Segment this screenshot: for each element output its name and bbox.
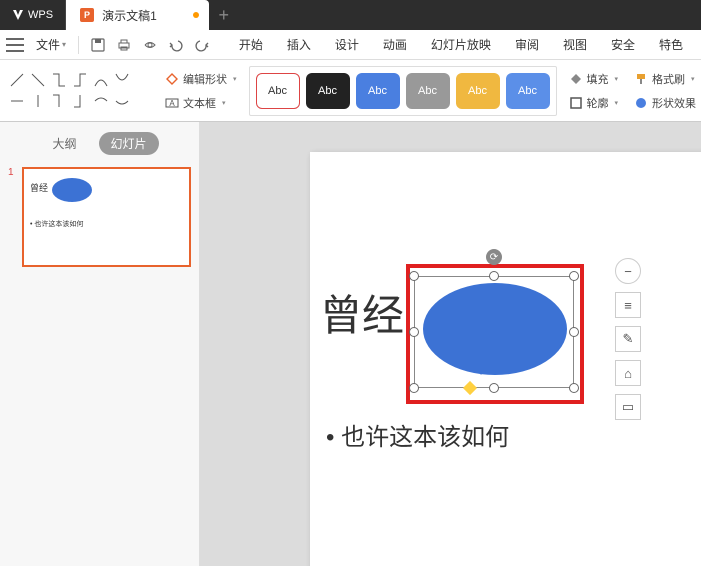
resize-handle[interactable] [409,271,419,281]
document-tab[interactable]: 演示文稿1 [66,0,209,30]
print-icon[interactable] [115,36,133,54]
s-curve2-icon[interactable] [71,92,89,110]
resize-handle[interactable] [569,327,579,337]
shape-style-gallery: Abc Abc Abc Abc Abc Abc [249,66,557,116]
elbow2-icon[interactable] [71,71,89,89]
preview-icon[interactable] [141,36,159,54]
arc-icon[interactable] [92,92,110,110]
presentation-icon [80,8,94,22]
speech-bubble-shape[interactable] [423,283,567,375]
resize-handle[interactable] [489,271,499,281]
wps-home-tab[interactable]: WPS [0,0,66,30]
tab-insert[interactable]: 插入 [275,30,323,60]
layers-button[interactable]: ≡ [615,292,641,318]
document-title: 演示文稿1 [102,7,157,24]
text-box-button[interactable]: A 文本框 [161,93,241,113]
save-icon[interactable] [89,36,107,54]
rect-button[interactable]: ▭ [615,394,641,420]
slide-thumbnail[interactable]: 曾经 • 也许这本该如何 [22,167,191,267]
tab-start[interactable]: 开始 [227,30,275,60]
elbow-icon[interactable] [50,71,68,89]
slide-title[interactable]: 曾经 [320,282,404,343]
shape-effects-button[interactable]: 形状效果 [630,93,701,113]
curve2-icon[interactable] [113,71,131,89]
collapse-button[interactable]: − [615,258,641,284]
resize-handle[interactable] [409,327,419,337]
line2-icon[interactable] [29,71,47,89]
format-painter-button[interactable]: 格式刷 [630,69,701,89]
selection-box[interactable]: ⟳ [414,276,574,388]
edit-shape-button[interactable]: 编辑形状 [161,69,241,89]
rotate-handle[interactable]: ⟳ [486,249,502,265]
outline-button[interactable]: 轮廓 [565,93,623,113]
hline-icon[interactable] [8,92,26,110]
slide-number: 1 [8,167,16,267]
style-swatch-2[interactable]: Abc [306,73,350,109]
resize-handle[interactable] [569,271,579,281]
hamburger-icon[interactable] [6,38,24,52]
tab-review[interactable]: 审阅 [503,30,551,60]
arc2-icon[interactable] [113,92,131,110]
style-swatch-4[interactable]: Abc [406,73,450,109]
s-curve-icon[interactable] [50,92,68,110]
thumb-bullet: • 也许这本该如何 [30,219,83,229]
home-button[interactable]: ⌂ [615,360,641,386]
style-swatch-6[interactable]: Abc [506,73,550,109]
vline-icon[interactable] [29,92,47,110]
slide-canvas[interactable]: 曾经 • 也许这本该如何 ⟳ − ≡ ✎ ⌂ ▭ [200,122,701,566]
shape-gallery[interactable] [6,69,133,112]
tab-security[interactable]: 安全 [599,30,647,60]
style-swatch-3[interactable]: Abc [356,73,400,109]
fill-button[interactable]: 填充 [565,69,623,89]
wps-label: WPS [28,9,53,21]
tab-view[interactable]: 视图 [551,30,599,60]
floating-toolbar: − ≡ ✎ ⌂ ▭ [615,258,641,420]
resize-handle[interactable] [489,383,499,393]
resize-handle[interactable] [569,383,579,393]
file-menu[interactable]: 文件 [30,36,72,53]
slides-tab[interactable]: 幻灯片 [99,132,159,155]
thumb-bubble-shape [52,178,92,202]
svg-text:A: A [169,99,175,108]
line-icon[interactable] [8,71,26,89]
curve-icon[interactable] [92,71,110,89]
style-swatch-5[interactable]: Abc [456,73,500,109]
tab-design[interactable]: 设计 [323,30,371,60]
redo-icon[interactable] [193,36,211,54]
resize-handle[interactable] [409,383,419,393]
edit-button[interactable]: ✎ [615,326,641,352]
style-swatch-1[interactable]: Abc [256,73,300,109]
new-tab-button[interactable]: + [209,0,239,30]
separator [78,36,79,54]
outline-tab[interactable]: 大纲 [40,132,88,155]
undo-icon[interactable] [167,36,185,54]
tab-animation[interactable]: 动画 [371,30,419,60]
thumb-title: 曾经 [30,181,48,194]
tab-special[interactable]: 特色 [647,30,695,60]
slide-bullet-text[interactable]: • 也许这本该如何 [326,417,509,452]
tab-slideshow[interactable]: 幻灯片放映 [419,30,503,60]
